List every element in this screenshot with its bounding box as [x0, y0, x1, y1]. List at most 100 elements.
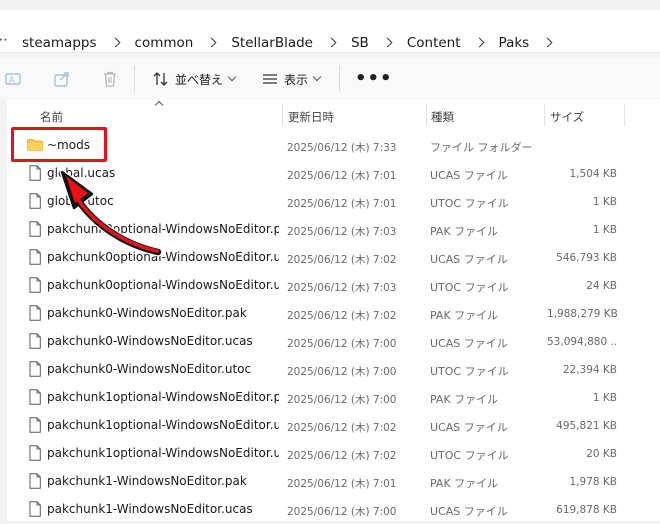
file-icon	[29, 417, 41, 433]
breadcrumb-paks[interactable]: Paks	[497, 35, 532, 51]
breadcrumb-common[interactable]: common	[133, 35, 196, 51]
file-row[interactable]: pakchunk0optional-WindowsNoEditor.pak 202…	[7, 216, 660, 244]
file-size: 22,394 KB	[562, 364, 617, 376]
file-row[interactable]: pakchunk0-WindowsNoEditor.utoc 2025/06/12…	[7, 356, 660, 384]
chevron-right-icon[interactable]	[475, 38, 485, 48]
file-icon	[29, 501, 41, 517]
delete-icon[interactable]	[101, 70, 119, 88]
file-date: 2025/06/12 (木) 7:03	[287, 226, 397, 238]
file-date: 2025/06/12 (木) 7:00	[287, 506, 397, 518]
file-size: 1 KB	[592, 196, 617, 208]
file-name: pakchunk0optional-WindowsNoEditor.ucas	[47, 250, 279, 264]
command-bar: A 並べ替え 表示 •••	[0, 58, 660, 100]
breadcrumb-stellarblade[interactable]: StellarBlade	[229, 35, 315, 51]
file-size: 546,793 KB	[556, 252, 617, 264]
file-row[interactable]: pakchunk0-WindowsNoEditor.pak 2025/06/12 …	[7, 300, 660, 328]
file-icon	[29, 361, 41, 377]
file-name: pakchunk1optional-WindowsNoEditor.utoc	[47, 446, 279, 460]
file-size: 53,094,880 ...	[547, 336, 617, 348]
file-icon	[29, 165, 41, 181]
file-type: ファイル フォルダー	[430, 141, 533, 154]
sort-button[interactable]: 並べ替え	[153, 70, 237, 88]
file-icon	[29, 193, 41, 209]
breadcrumb-bar[interactable]: ⋯ steamapps common StellarBlade SB Conte…	[0, 10, 660, 53]
svg-text:A: A	[9, 76, 15, 85]
file-size: 1,988,279 KB	[547, 308, 617, 320]
chevron-right-icon[interactable]	[543, 38, 553, 48]
column-size[interactable]: サイズ	[550, 109, 584, 125]
sort-label: 並べ替え	[175, 72, 224, 87]
file-icon	[29, 445, 41, 461]
file-row[interactable]: global.utoc 2025/06/12 (木) 7:01 UTOC ファイル 1…	[7, 188, 660, 216]
file-size: 24 KB	[586, 280, 617, 292]
file-name: pakchunk1-WindowsNoEditor.ucas	[47, 502, 253, 516]
highlight-box	[11, 127, 107, 162]
file-name: pakchunk1optional-WindowsNoEditor.pak	[47, 390, 279, 404]
file-date: 2025/06/12 (木) 7:02	[287, 450, 397, 462]
file-size: 1,504 KB	[569, 168, 618, 180]
file-type: UCAS ファイル	[430, 253, 508, 266]
file-size: 20 KB	[586, 448, 617, 460]
breadcrumb-sb[interactable]: SB	[349, 35, 371, 51]
file-row[interactable]: pakchunk1optional-WindowsNoEditor.pak 202…	[7, 384, 660, 412]
file-row[interactable]: pakchunk1-WindowsNoEditor.ucas 2025/06/12…	[7, 496, 660, 524]
file-row[interactable]: pakchunk1-WindowsNoEditor.pak 2025/06/12 …	[7, 468, 660, 496]
column-divider[interactable]	[282, 104, 283, 126]
file-name: global.utoc	[47, 194, 114, 208]
breadcrumb-steamapps[interactable]: steamapps	[20, 35, 99, 51]
more-options-icon[interactable]: •••	[355, 68, 393, 89]
breadcrumb: ⋯ steamapps common StellarBlade SB Conte…	[0, 32, 565, 53]
file-row[interactable]: pakchunk0-WindowsNoEditor.ucas 2025/06/12…	[7, 328, 660, 356]
column-divider[interactable]	[426, 104, 427, 126]
rename-icon[interactable]: A	[4, 70, 22, 88]
file-type: PAK ファイル	[430, 393, 499, 406]
file-row[interactable]: global.ucas 2025/06/12 (木) 7:01 UCAS ファイル 1…	[7, 160, 660, 188]
file-date: 2025/06/12 (木) 7:02	[287, 422, 397, 434]
file-icon	[29, 389, 41, 405]
file-row[interactable]: pakchunk0optional-WindowsNoEditor.ucas 20…	[7, 244, 660, 272]
file-name: pakchunk0-WindowsNoEditor.ucas	[47, 334, 253, 348]
toolbar-divider	[134, 66, 135, 92]
file-type: UCAS ファイル	[430, 505, 508, 518]
column-divider[interactable]	[624, 104, 625, 126]
file-icon	[29, 249, 41, 265]
file-type: UCAS ファイル	[430, 421, 508, 434]
file-name: pakchunk0optional-WindowsNoEditor.utoc	[47, 278, 279, 292]
chevron-right-icon[interactable]	[207, 38, 217, 48]
column-header: 名前 更新日時 種類 サイズ	[7, 100, 660, 130]
file-list: 名前 更新日時 種類 サイズ ~mods 2025/06/12 (木) 7:33 フ…	[7, 100, 660, 521]
file-date: 2025/06/12 (木) 7:01	[287, 170, 397, 182]
view-button[interactable]: 表示	[262, 70, 322, 88]
file-size: 495,821 KB	[556, 420, 617, 432]
file-icon	[29, 305, 41, 321]
toolbar-divider	[339, 66, 340, 92]
column-name[interactable]: 名前	[40, 109, 63, 125]
file-size: 619,878 KB	[556, 504, 617, 516]
chevron-right-icon[interactable]	[327, 38, 337, 48]
file-date: 2025/06/12 (木) 7:01	[287, 478, 397, 490]
file-type: UTOC ファイル	[430, 197, 509, 210]
file-date: 2025/06/12 (木) 7:00	[287, 394, 397, 406]
column-date[interactable]: 更新日時	[288, 109, 334, 125]
file-type: PAK ファイル	[430, 477, 499, 490]
file-name: pakchunk1optional-WindowsNoEditor.ucas	[47, 418, 279, 432]
file-icon	[29, 277, 41, 293]
file-icon	[29, 473, 41, 489]
column-divider[interactable]	[544, 104, 545, 126]
file-type: PAK ファイル	[430, 225, 499, 238]
column-type[interactable]: 種類	[431, 109, 454, 125]
chevron-right-icon[interactable]	[383, 38, 393, 48]
file-row[interactable]: pakchunk1optional-WindowsNoEditor.ucas 20…	[7, 412, 660, 440]
chevron-down-icon	[227, 72, 237, 82]
file-row[interactable]: pakchunk1optional-WindowsNoEditor.utoc 20…	[7, 440, 660, 468]
chevron-right-icon[interactable]	[111, 38, 121, 48]
file-name: global.ucas	[47, 166, 116, 180]
file-row[interactable]: pakchunk0optional-WindowsNoEditor.utoc 20…	[7, 272, 660, 300]
overflow-dots-icon[interactable]: ⋯	[0, 32, 9, 48]
share-icon[interactable]	[53, 70, 71, 88]
breadcrumb-content[interactable]: Content	[405, 35, 463, 51]
address-bar-area: ⋯ steamapps common StellarBlade SB Conte…	[0, 0, 660, 58]
file-name: pakchunk0optional-WindowsNoEditor.pak	[47, 222, 279, 236]
chevron-down-icon	[312, 72, 322, 82]
file-date: 2025/06/12 (木) 7:33	[287, 142, 397, 154]
